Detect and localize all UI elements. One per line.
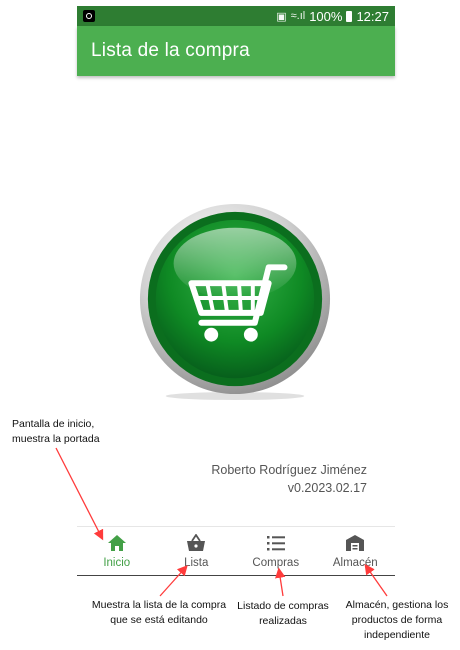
shopping-cart-logo-icon — [139, 203, 331, 400]
nav-item-lista[interactable]: Lista — [157, 527, 237, 575]
bottom-navigation: Inicio Lista Compras Almacén — [77, 526, 395, 576]
nav-label-compras: Compras — [252, 557, 300, 569]
annotation-almacen: Almacén, gestiona los productos de forma… — [345, 599, 449, 641]
basket-icon — [187, 534, 206, 551]
home-icon — [107, 535, 126, 551]
cast-icon: ▣ — [276, 10, 287, 23]
wifi-signal-icon: ≈.ıl — [290, 10, 306, 22]
battery-icon — [346, 10, 353, 22]
warehouse-icon — [346, 535, 365, 551]
annotation-inicio: Pantalla de inicio, muestra la portada — [12, 418, 100, 445]
nav-label-almacen: Almacén — [332, 557, 378, 569]
author-name: Roberto Rodríguez Jiménez — [211, 463, 367, 477]
author-info: Roberto Rodríguez Jiménez v0.2023.02.17 — [211, 461, 367, 497]
app-bar: Lista de la compra — [77, 26, 395, 76]
battery-percent: 100% — [309, 8, 343, 24]
app-title: Lista de la compra — [91, 40, 250, 61]
nav-item-inicio[interactable]: Inicio — [77, 527, 157, 575]
app-version: v0.2023.02.17 — [287, 481, 367, 495]
nav-item-compras[interactable]: Compras — [236, 527, 316, 575]
status-bar: ▣ ≈.ıl 100% 12:27 — [77, 6, 395, 26]
list-icon — [266, 536, 285, 551]
clock: 12:27 — [356, 8, 389, 24]
nav-label-inicio: Inicio — [103, 557, 131, 569]
app-notification-icon — [83, 10, 95, 22]
annotation-compras: Listado de compras realizadas — [237, 600, 329, 627]
nav-label-lista: Lista — [184, 557, 209, 569]
nav-item-almacen[interactable]: Almacén — [316, 527, 396, 575]
phone-screen: ▣ ≈.ıl 100% 12:27 Lista de la compra Rob… — [77, 6, 395, 576]
annotation-lista: Muestra la lista de la compra que se est… — [91, 599, 227, 626]
